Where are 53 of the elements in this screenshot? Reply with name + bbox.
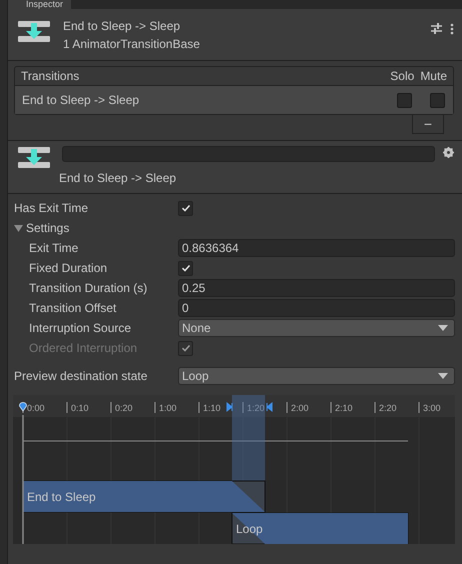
checkmark-icon [180, 263, 190, 273]
object-subtitle: 1 AnimatorTransitionBase [63, 37, 201, 51]
foldout-label[interactable]: Settings [26, 221, 190, 235]
time-label: 0:00 [27, 403, 45, 413]
field-label: Has Exit Time [14, 201, 90, 215]
time-label: 1:00 [159, 403, 177, 413]
dropdown[interactable]: Loop [178, 367, 455, 385]
number-field[interactable]: 0.8636364 [178, 239, 455, 257]
object-title: End to Sleep -> Sleep [63, 19, 182, 33]
field-label: Preview destination state [14, 369, 148, 383]
settings-icon[interactable] [443, 147, 454, 158]
field-label: Transition Offset [29, 301, 118, 315]
time-label: 2:10 [335, 403, 353, 413]
inspector-tab[interactable]: Inspector [8, 0, 72, 9]
number-field[interactable]: 0 [178, 299, 455, 317]
time-label: 1:10 [203, 403, 221, 413]
caret-icon [438, 373, 448, 379]
sliders-icon[interactable] [431, 23, 442, 34]
time-label: 2:20 [379, 403, 397, 413]
column-header: Solo [390, 69, 414, 83]
field-label: Transition Duration (s) [29, 281, 148, 295]
clip-bar[interactable]: End to Sleep [22, 480, 266, 512]
column-header: Mute [420, 69, 447, 83]
remove-button[interactable]: − [412, 115, 444, 134]
playhead-handle[interactable] [19, 402, 27, 412]
transition-row[interactable]: End to Sleep -> Sleep [15, 86, 453, 114]
transition-end-marker[interactable] [266, 402, 272, 412]
time-label: 1:20 [247, 403, 265, 413]
transition-icon [18, 21, 50, 43]
name-field[interactable] [62, 146, 435, 162]
dropdown[interactable]: None [178, 319, 455, 337]
checkbox[interactable] [178, 200, 193, 216]
foldout-arrow-icon[interactable] [14, 224, 23, 232]
more-icon[interactable] [450, 23, 454, 35]
time-label: 2:00 [291, 403, 309, 413]
field-label: Interruption Source [29, 321, 132, 335]
field-label: Exit Time [29, 241, 80, 255]
checkmark-icon [180, 203, 190, 213]
caret-icon [438, 325, 448, 331]
field-label: Ordered Interruption [29, 341, 138, 355]
mute-checkbox[interactable] [430, 92, 445, 108]
time-label: 3:00 [423, 403, 441, 413]
time-label: 0:10 [71, 403, 89, 413]
transition-label: End to Sleep -> Sleep [59, 171, 178, 185]
transition-start-marker[interactable] [226, 402, 233, 412]
list-header: Transitions [21, 69, 80, 83]
checkbox[interactable] [178, 260, 193, 276]
clip-bar[interactable]: Loop [232, 512, 408, 544]
solo-checkbox[interactable] [397, 92, 412, 108]
field-label: Fixed Duration [29, 261, 108, 275]
time-label: 0:20 [115, 403, 133, 413]
transition-icon [18, 147, 50, 169]
number-field[interactable]: 0.25 [178, 279, 455, 297]
